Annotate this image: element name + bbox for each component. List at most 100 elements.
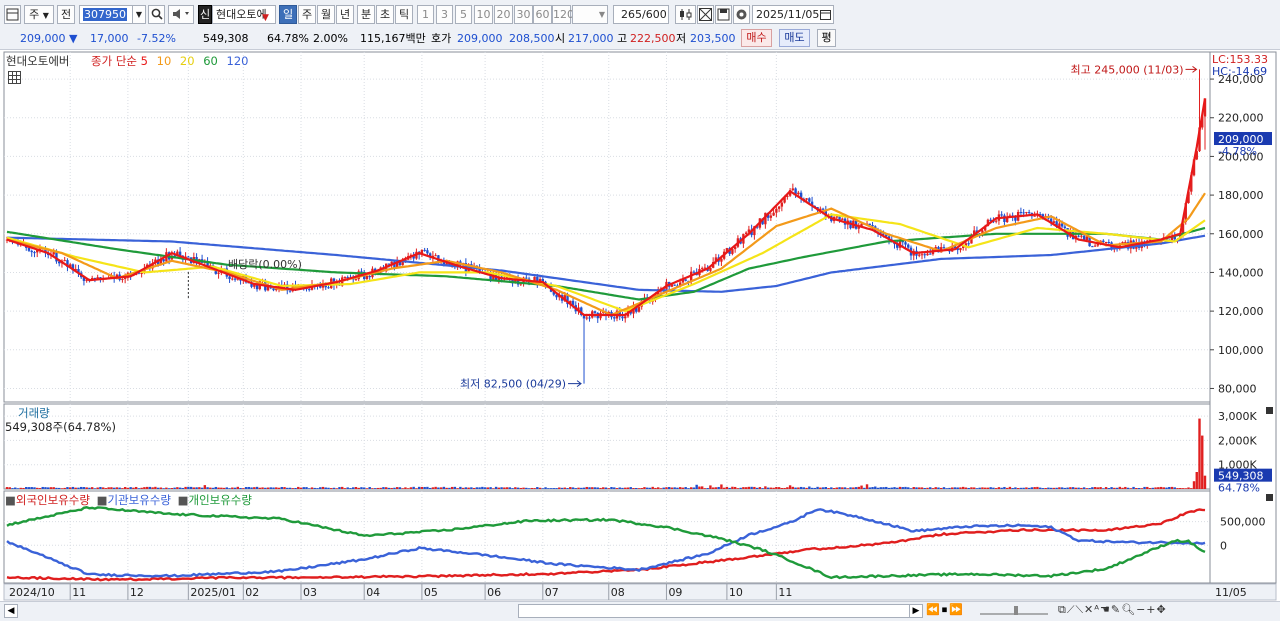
zoom-in-glass-icon[interactable]: 🔍︎ xyxy=(1121,603,1136,616)
sound-icon[interactable] xyxy=(168,5,194,24)
interval-20[interactable]: 20 xyxy=(494,5,513,24)
interval-10[interactable]: 10 xyxy=(474,5,493,24)
buy-button[interactable]: 매수 xyxy=(741,29,772,47)
volume-bar xyxy=(843,487,847,489)
volume-bar xyxy=(703,488,707,489)
date-tick-label: 04 xyxy=(366,586,380,599)
ma-label: 종가 단순 xyxy=(91,54,137,68)
interval-60[interactable]: 60 xyxy=(533,5,552,24)
volume-bar xyxy=(788,485,792,489)
period-select[interactable]: 주 ▼ xyxy=(24,5,54,24)
volume-bar xyxy=(1124,486,1127,489)
zoom-slider[interactable] xyxy=(978,604,1050,617)
candle-body xyxy=(797,192,800,195)
data-table-icon[interactable] xyxy=(8,71,21,87)
zoom-out-icon[interactable]: − xyxy=(1136,603,1146,616)
tab-second[interactable]: 초 xyxy=(376,5,394,24)
interval-1[interactable]: 1 xyxy=(417,5,434,24)
volume-bar xyxy=(511,488,514,489)
volume-bar xyxy=(714,487,718,489)
layout-icon[interactable] xyxy=(4,5,21,24)
tab-week[interactable]: 주 xyxy=(298,5,316,24)
volume-bar xyxy=(841,487,844,489)
save-icon[interactable] xyxy=(715,5,732,24)
tab-day[interactable]: 일 xyxy=(279,5,297,24)
tab-month[interactable]: 월 xyxy=(317,5,335,24)
prev-button[interactable]: 전 xyxy=(57,5,75,24)
volume-bar xyxy=(830,487,833,489)
candle-body xyxy=(692,271,696,273)
fib-icon[interactable]: ⟍ xyxy=(1075,603,1084,616)
volume-bar xyxy=(1179,487,1182,489)
volume-bar xyxy=(354,487,358,489)
tab-tick[interactable]: 틱 xyxy=(395,5,413,24)
volume-bar xyxy=(143,487,146,489)
code-input[interactable]: 307950 xyxy=(79,5,133,24)
volume-bar xyxy=(777,487,781,489)
volume-bar xyxy=(431,487,435,489)
candle-body xyxy=(228,276,231,280)
volume-bar xyxy=(1022,487,1025,489)
cross-tool-icon[interactable]: ✕ xyxy=(1084,603,1094,616)
volume-bar xyxy=(104,488,108,489)
volume-bar xyxy=(261,487,264,489)
candle-body xyxy=(918,254,921,256)
hand-icon[interactable]: ☚ xyxy=(1100,603,1111,616)
candle-body xyxy=(233,278,237,280)
tab-year[interactable]: 년 xyxy=(336,5,354,24)
shape-icon[interactable]: ⧉ xyxy=(1058,603,1067,616)
interval-120[interactable]: 120 xyxy=(552,5,574,24)
volume-bar xyxy=(720,484,723,489)
volume-bar xyxy=(1190,488,1193,489)
interval-30[interactable]: 30 xyxy=(514,5,533,24)
count-field[interactable]: 265/600 xyxy=(613,5,669,24)
volume-bar xyxy=(195,487,198,489)
candle-body xyxy=(231,278,234,280)
code-dropdown-chevron-icon[interactable]: ▼ xyxy=(132,5,146,24)
volume-bar xyxy=(123,486,127,489)
volume-bar xyxy=(1011,488,1014,489)
draw-icon[interactable]: ✎ xyxy=(1111,603,1121,616)
volume-bar xyxy=(228,488,231,489)
price-tick-label: 100,000 xyxy=(1218,344,1264,357)
gear-icon[interactable] xyxy=(733,5,750,24)
chart-canvas[interactable]: 2024/10 11 12 2025/01 02 03 04 05 06 07 08 09 10 11 11… xyxy=(0,50,1280,622)
volume-bar xyxy=(371,488,374,489)
eval-button[interactable]: 평 xyxy=(817,29,836,47)
rewind-icon[interactable]: ⏪ xyxy=(926,603,942,616)
search-icon[interactable] xyxy=(148,5,165,24)
volume-bar xyxy=(30,487,33,489)
high-annotation: 최고 245,000 (11/03) xyxy=(1070,63,1183,76)
scroll-right-icon[interactable]: ▶ xyxy=(909,604,923,618)
scrollbar-thumb[interactable] xyxy=(518,604,910,618)
forward-icon[interactable]: ⏩ xyxy=(949,603,965,616)
candle-body xyxy=(1093,245,1097,247)
volume-bar xyxy=(580,487,583,489)
zoom-in-icon[interactable]: + xyxy=(1146,603,1156,616)
panel-maximize-icon xyxy=(1266,407,1273,414)
interval-5[interactable]: 5 xyxy=(455,5,472,24)
tab-minute[interactable]: 분 xyxy=(357,5,375,24)
volume-bar xyxy=(692,487,696,489)
bid-label: 호가 xyxy=(431,32,452,45)
candle-body xyxy=(808,198,811,202)
volume-bar xyxy=(667,487,671,489)
volume-bar xyxy=(145,486,149,489)
calendar-icon[interactable] xyxy=(820,9,831,23)
volume-bar xyxy=(868,487,871,489)
volume-bar xyxy=(670,487,674,489)
volume-bar xyxy=(321,486,325,489)
volume-bar xyxy=(972,487,976,489)
interval-3[interactable]: 3 xyxy=(436,5,453,24)
interval-custom-select[interactable]: ▼ xyxy=(572,5,608,24)
volume-bar xyxy=(360,487,363,489)
volume-bar xyxy=(283,487,286,489)
scroll-left-icon[interactable]: ◀ xyxy=(4,604,18,618)
candle-body xyxy=(929,253,932,255)
candle-type-icon[interactable] xyxy=(675,5,696,24)
crosshair-icon[interactable] xyxy=(697,5,714,24)
sell-button[interactable]: 매도 xyxy=(779,29,810,47)
volume-bar xyxy=(38,488,42,489)
expand-icon[interactable]: ✥ xyxy=(1157,603,1167,616)
volume-bar xyxy=(211,487,215,489)
